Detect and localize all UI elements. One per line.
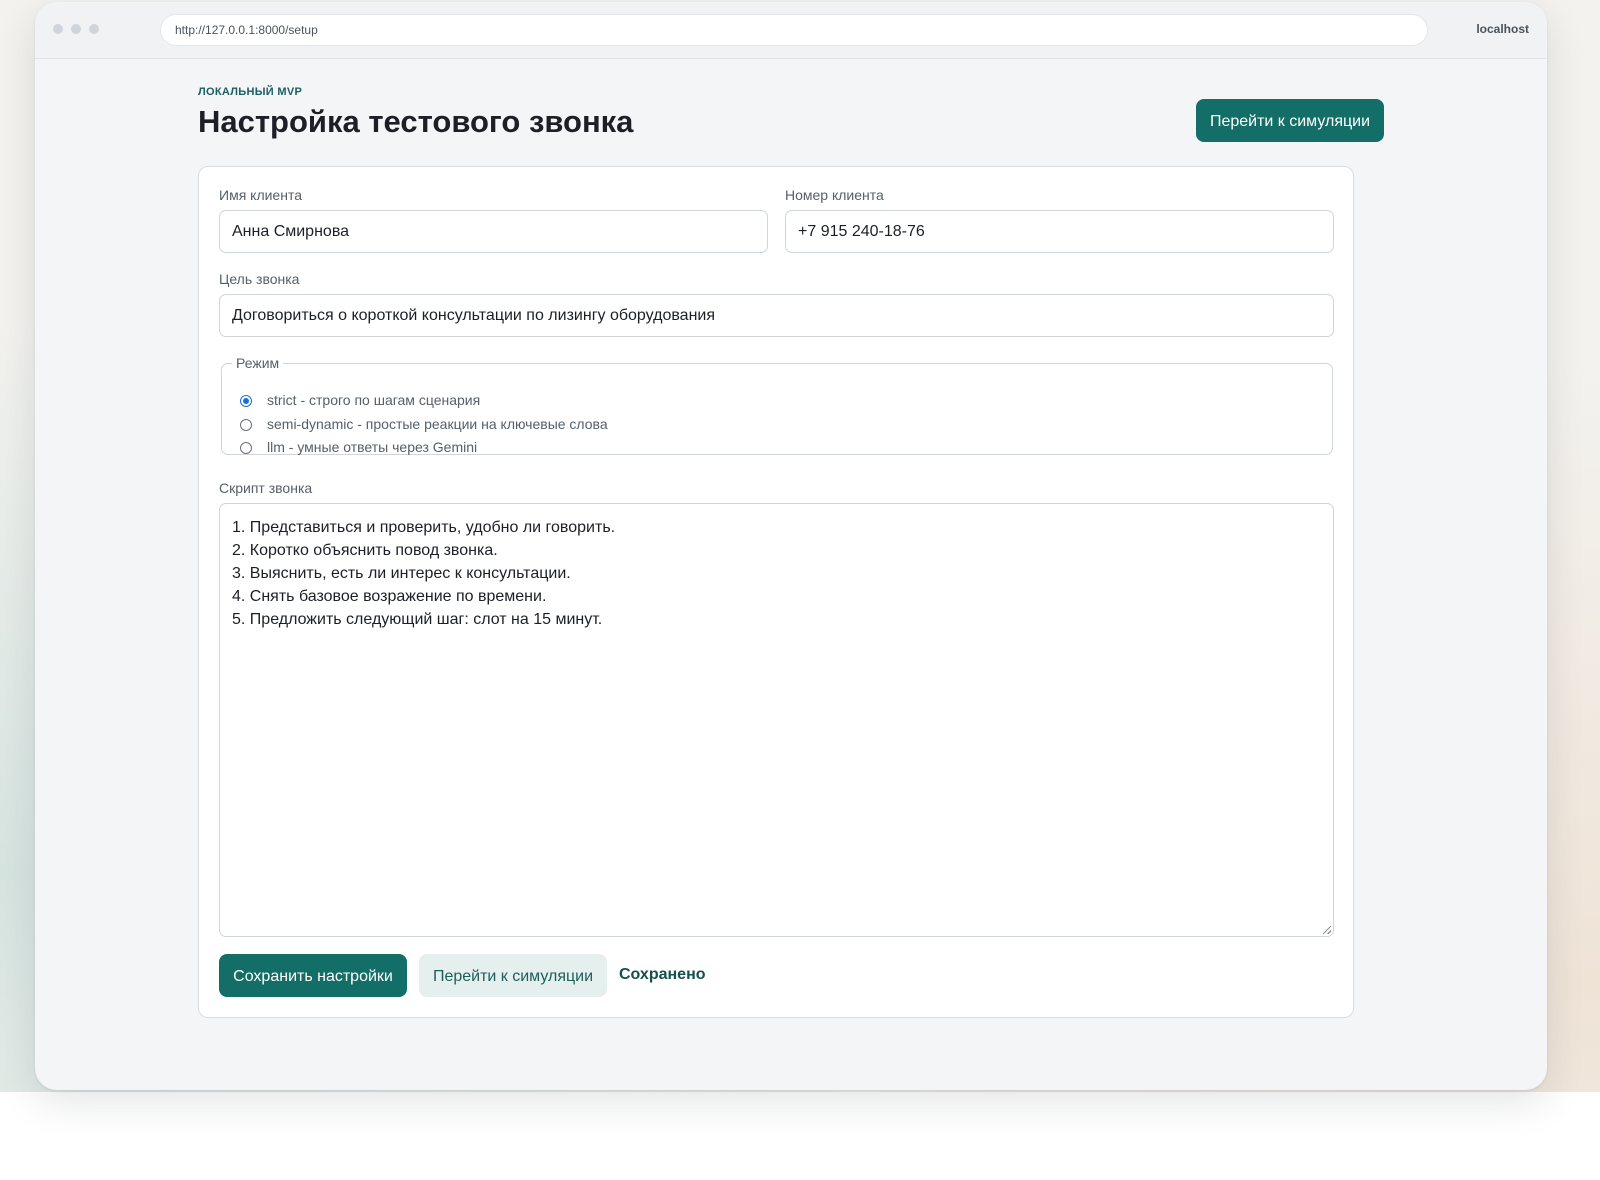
- window-dot-icon: [53, 24, 63, 34]
- script-textarea[interactable]: 1. Представиться и проверить, удобно ли …: [219, 503, 1334, 937]
- client-name-label: Имя клиента: [219, 187, 302, 203]
- eyebrow-label: ЛОКАЛЬНЫЙ MVP: [198, 86, 303, 98]
- browser-toolbar: http://127.0.0.1:8000/setup localhost: [35, 2, 1547, 59]
- go-to-simulation-button-top[interactable]: Перейти к симуляции: [1196, 99, 1384, 142]
- client-name-input[interactable]: Анна Смирнова: [219, 210, 768, 253]
- mode-option-label: semi-dynamic - простые реакции на ключев…: [267, 416, 608, 432]
- script-line: 4. Снять базовое возражение по времени.: [232, 588, 547, 605]
- go-to-simulation-button[interactable]: Перейти к симуляции: [419, 954, 607, 997]
- setup-form-card: Имя клиента Анна Смирнова Номер клиента …: [198, 166, 1354, 1018]
- resize-handle-icon[interactable]: [1323, 926, 1331, 934]
- mode-option-label: llm - умные ответы через Gemini: [267, 439, 478, 455]
- script-line: 2. Коротко объяснить повод звонка.: [232, 542, 498, 559]
- save-settings-button[interactable]: Сохранить настройки: [219, 954, 407, 997]
- script-line: 5. Предложить следующий шаг: слот на 15 …: [232, 611, 603, 628]
- window-dot-icon: [89, 24, 99, 34]
- radio-unchecked-icon[interactable]: [240, 442, 252, 454]
- call-goal-input[interactable]: Договориться о короткой консультации по …: [219, 294, 1334, 337]
- radio-checked-icon[interactable]: [240, 395, 252, 407]
- mode-option-label: strict - строго по шагам сценария: [267, 392, 481, 408]
- host-label: localhost: [1476, 22, 1529, 36]
- mode-legend: Режим: [236, 355, 280, 371]
- browser-window: http://127.0.0.1:8000/setup localhost ЛО…: [35, 2, 1547, 1090]
- client-phone-label: Номер клиента: [785, 187, 884, 203]
- script-line: 3. Выяснить, есть ли интерес к консульта…: [232, 565, 571, 582]
- client-phone-input[interactable]: +7 915 240-18-76: [785, 210, 1334, 253]
- script-line: 1. Представиться и проверить, удобно ли …: [232, 519, 616, 536]
- address-bar[interactable]: http://127.0.0.1:8000/setup: [160, 14, 1428, 46]
- call-goal-label: Цель звонка: [219, 271, 300, 287]
- save-status-text: Сохранено: [619, 966, 706, 983]
- mode-fieldset: Режим strict - строго по шагам сценария …: [221, 355, 1333, 455]
- script-label: Скрипт звонка: [219, 480, 313, 496]
- radio-unchecked-icon[interactable]: [240, 419, 252, 431]
- page-title: Настройка тестового звонка: [198, 104, 634, 139]
- window-dot-icon: [71, 24, 81, 34]
